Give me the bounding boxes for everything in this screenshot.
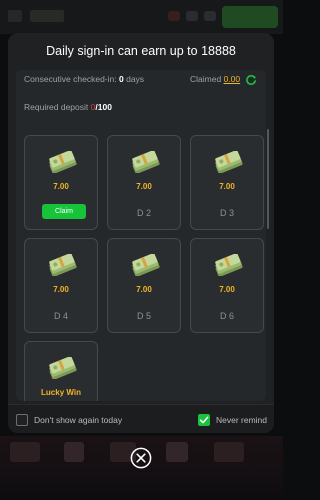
claimed-label: Claimed bbox=[190, 74, 222, 84]
reward-card-day-2: 7.00 D 2 bbox=[107, 135, 181, 230]
reward-card-day-6: 7.00 D 6 bbox=[190, 238, 264, 333]
days-unit: days bbox=[126, 74, 145, 84]
reward-card-lucky-win: Lucky Win bbox=[24, 341, 98, 401]
reward-card-day-1: 7.00 Claim bbox=[24, 135, 98, 230]
never-remind-label: Never remind bbox=[216, 415, 268, 425]
day-label: D 3 bbox=[219, 208, 234, 218]
money-bill-icon bbox=[49, 151, 77, 173]
refresh-icon[interactable] bbox=[245, 74, 257, 86]
consecutive-checkin: Consecutive checked-in: 0 days bbox=[24, 74, 154, 85]
background-flag-icon bbox=[168, 11, 180, 21]
claimed-total: Claimed 0.00 bbox=[190, 74, 240, 85]
money-bill-icon bbox=[215, 254, 243, 276]
reward-amount: 7.00 bbox=[136, 285, 152, 294]
background-header bbox=[0, 0, 283, 34]
reward-amount: 7.00 bbox=[136, 182, 152, 191]
dont-show-checkbox[interactable] bbox=[16, 414, 28, 426]
reward-card-day-5: 7.00 D 5 bbox=[107, 238, 181, 333]
reward-amount: 7.00 bbox=[53, 182, 69, 191]
money-bill-icon bbox=[132, 151, 160, 173]
money-bill-icon bbox=[215, 151, 243, 173]
day-label: D 2 bbox=[136, 208, 151, 218]
background-chip bbox=[186, 11, 198, 21]
deposit-label: Required deposit bbox=[24, 102, 89, 112]
money-bill-icon bbox=[49, 357, 77, 379]
day-label: D 4 bbox=[53, 311, 68, 321]
reward-grid: 7.00 Claim 7.00 D 2 7.00 D 3 7.00 D 4 7.… bbox=[16, 127, 266, 401]
reward-amount: 7.00 bbox=[219, 285, 235, 294]
never-remind-checkbox[interactable] bbox=[198, 414, 210, 426]
background-menu-icon bbox=[8, 10, 22, 22]
required-deposit: Required deposit 0/100 bbox=[24, 102, 112, 113]
background-chip bbox=[204, 11, 216, 21]
reward-card-day-3: 7.00 D 3 bbox=[190, 135, 264, 230]
claim-button[interactable]: Claim bbox=[42, 204, 86, 219]
checkbox-check-icon bbox=[199, 416, 209, 424]
money-bill-icon bbox=[132, 254, 160, 276]
money-bill-icon bbox=[49, 254, 77, 276]
close-icon[interactable] bbox=[130, 447, 152, 469]
lucky-win-label: Lucky Win bbox=[41, 388, 81, 397]
consecutive-label: Consecutive checked-in: bbox=[24, 74, 117, 84]
dont-show-label: Don't show again today bbox=[34, 415, 123, 425]
daily-signin-modal: Daily sign-in can earn up to 18888 Conse… bbox=[8, 33, 274, 433]
reward-amount: 7.00 bbox=[53, 285, 69, 294]
deposit-required: /100 bbox=[95, 102, 112, 112]
consecutive-days-value: 0 bbox=[118, 74, 124, 84]
modal-title: Daily sign-in can earn up to 18888 bbox=[46, 44, 236, 58]
background-logo bbox=[30, 10, 64, 22]
day-label: D 5 bbox=[136, 311, 151, 321]
reward-card-day-4: 7.00 D 4 bbox=[24, 238, 98, 333]
reward-amount: 7.00 bbox=[219, 182, 235, 191]
background-register-button bbox=[222, 6, 278, 28]
day-label: D 6 bbox=[219, 311, 234, 321]
claimed-amount[interactable]: 0.00 bbox=[224, 74, 241, 84]
reward-grid-scrollbar[interactable] bbox=[267, 129, 269, 229]
modal-footer: Don't show again today Never remind bbox=[8, 404, 274, 433]
